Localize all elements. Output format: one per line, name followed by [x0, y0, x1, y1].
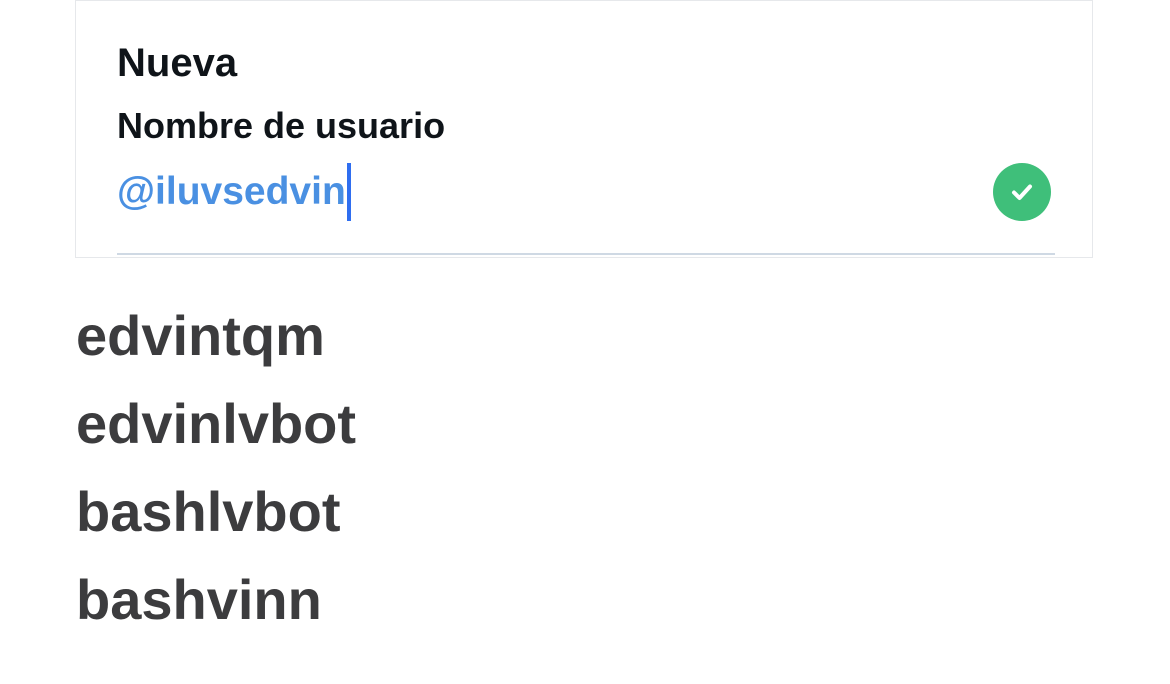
card-title: Nueva: [117, 41, 238, 85]
username-value: @iluvsedvin: [117, 170, 346, 213]
suggestion-item[interactable]: edvinlvbot: [76, 380, 976, 468]
check-circle-icon: [993, 163, 1051, 221]
input-underline: [117, 253, 1055, 255]
suggestion-item[interactable]: bashvinn: [76, 556, 976, 644]
username-input[interactable]: @iluvsedvin: [117, 161, 351, 223]
username-card: Nueva Nombre de usuario @iluvsedvin: [75, 0, 1093, 258]
username-field-label: Nombre de usuario: [117, 105, 446, 146]
suggestion-item[interactable]: edvintqm: [76, 292, 976, 380]
username-input-row: @iluvsedvin: [117, 161, 1055, 227]
suggestion-list: edvintqm edvinlvbot bashlvbot bashvinn: [76, 292, 976, 644]
checkmark-icon: [1012, 184, 1032, 200]
suggestion-item[interactable]: bashlvbot: [76, 468, 976, 556]
text-caret: [346, 163, 351, 221]
